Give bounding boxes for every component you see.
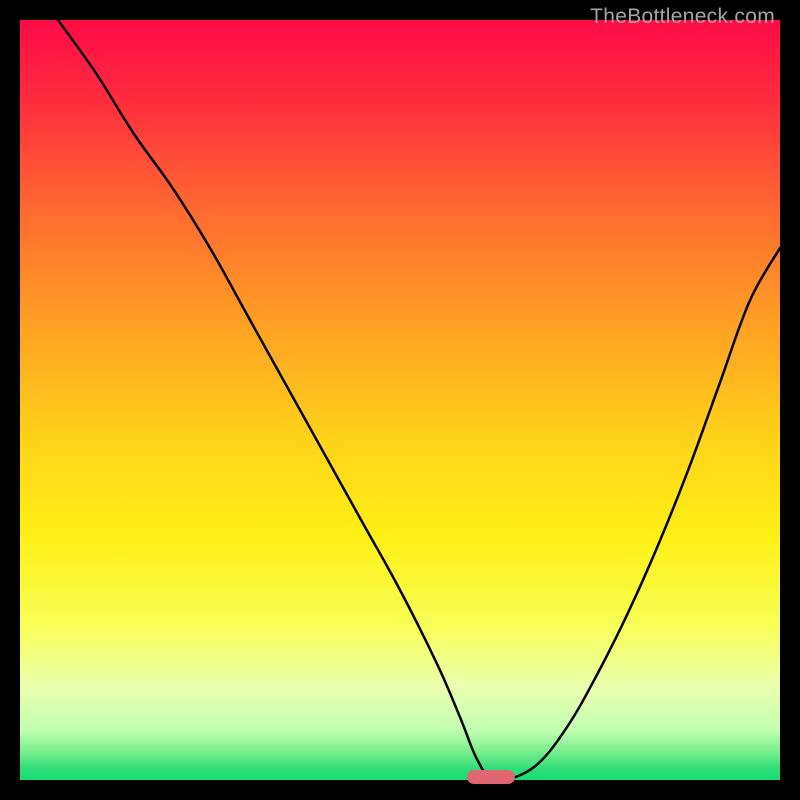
- gradient-background: [20, 20, 780, 780]
- plot-area: [20, 20, 780, 780]
- watermark-text: TheBottleneck.com: [590, 5, 775, 29]
- optimal-marker: [467, 770, 515, 784]
- chart-container: TheBottleneck.com: [0, 0, 800, 800]
